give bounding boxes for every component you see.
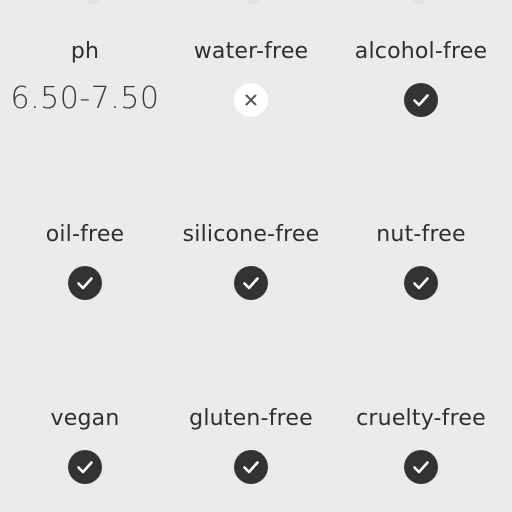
check-icon (404, 450, 438, 484)
attribute-gluten-free: gluten-free (166, 406, 336, 484)
attribute-label: alcohol-free (354, 39, 488, 64)
attribute-label: cruelty-free (356, 406, 486, 431)
attribute-alcohol-free: alcohol-free (336, 39, 506, 117)
attribute-oil-free: oil-free (0, 222, 170, 300)
edge-fragment (84, 0, 102, 4)
edge-fragment (244, 0, 262, 4)
attribute-label: nut-free (376, 222, 466, 247)
attribute-label: vegan (50, 406, 120, 431)
check-icon (404, 266, 438, 300)
attribute-cruelty-free: cruelty-free (336, 406, 506, 484)
attribute-nut-free: nut-free (336, 222, 506, 300)
attribute-label: oil-free (45, 222, 125, 247)
attribute-label: water-free (193, 39, 309, 64)
check-icon (404, 83, 438, 117)
check-icon (68, 450, 102, 484)
check-icon (234, 266, 268, 300)
cross-icon (234, 83, 268, 117)
attribute-water-free: water-free (166, 39, 336, 117)
check-icon (234, 450, 268, 484)
check-icon (68, 266, 102, 300)
ph-value: 6.50-7.50 (10, 81, 160, 116)
attribute-silicone-free: silicone-free (166, 222, 336, 300)
attribute-ph: ph 6.50-7.50 (0, 39, 170, 116)
attribute-label: silicone-free (182, 222, 320, 247)
edge-fragment (410, 0, 428, 4)
attribute-label: gluten-free (189, 406, 313, 431)
attribute-grid: ph 6.50-7.50 water-free alcohol-free oil… (0, 0, 512, 512)
attribute-vegan: vegan (0, 406, 170, 484)
attribute-label: ph (70, 39, 100, 64)
